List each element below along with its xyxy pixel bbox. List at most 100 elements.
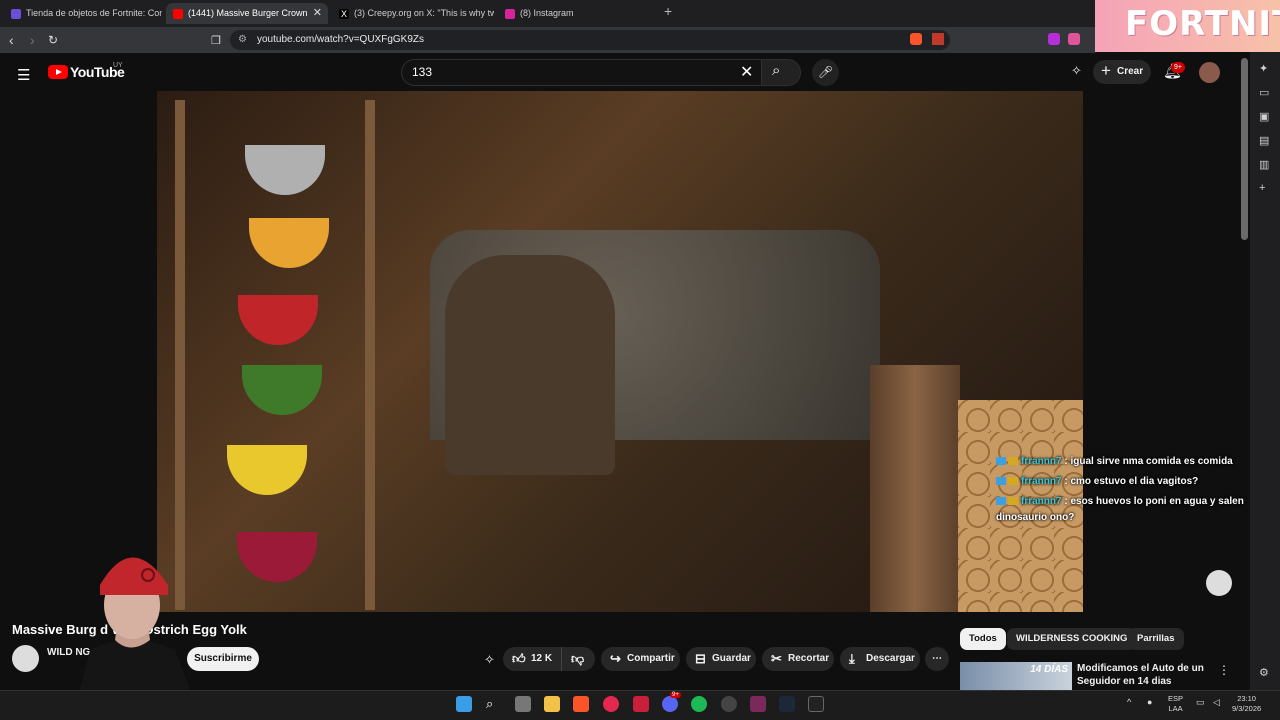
task-view-icon[interactable] bbox=[515, 696, 531, 712]
brave-icon[interactable] bbox=[573, 696, 589, 712]
chat-user: frrannn7 bbox=[1021, 476, 1062, 487]
steam-icon[interactable] bbox=[779, 696, 795, 712]
tab-youtube[interactable]: (1441) Massive Burger Crown ✕ bbox=[166, 3, 328, 24]
chip-parrillas[interactable]: Parrillas bbox=[1128, 628, 1184, 650]
extension-icon[interactable] bbox=[1068, 33, 1080, 45]
streamer-avatar bbox=[80, 557, 190, 690]
chat-text: : cmo estuvo el dia vagitos? bbox=[1064, 476, 1199, 487]
download-label: Descargar bbox=[866, 653, 915, 664]
brave-shield-icon[interactable] bbox=[910, 33, 922, 45]
clip-label: Recortar bbox=[788, 653, 830, 664]
download-button[interactable]: ⤓ Descargar bbox=[840, 647, 920, 671]
video-scene-stump bbox=[870, 365, 960, 612]
tab-label: (1441) Massive Burger Crown bbox=[188, 8, 308, 18]
menu-icon[interactable]: ☰ bbox=[17, 66, 30, 84]
clock[interactable]: 23:10 9/3/2026 bbox=[1232, 694, 1261, 714]
more-options-icon[interactable]: ⋮ bbox=[1218, 663, 1230, 677]
voice-search-icon[interactable]: 🎤︎ bbox=[812, 59, 839, 86]
file-explorer-icon[interactable] bbox=[544, 696, 560, 712]
video-scene-cook bbox=[445, 255, 615, 475]
search-button[interactable] bbox=[761, 59, 801, 86]
reload-icon[interactable]: ↻ bbox=[48, 33, 58, 47]
tab-label: Tienda de objetos de Fortnite: Conte bbox=[26, 8, 162, 18]
create-button[interactable]: Crear bbox=[1093, 59, 1151, 84]
app-icon[interactable] bbox=[633, 696, 649, 712]
site-info-icon[interactable]: ⚙ bbox=[238, 30, 247, 50]
youtube-logo-icon[interactable] bbox=[48, 65, 68, 79]
clip-button[interactable]: ✂ Recortar bbox=[762, 647, 834, 671]
sidebar-add-icon[interactable]: + bbox=[1259, 182, 1265, 194]
chat-user: frrannn7 bbox=[1021, 456, 1062, 467]
volume-icon[interactable]: ◁ bbox=[1213, 697, 1220, 707]
browser-sidebar bbox=[1250, 52, 1280, 692]
ask-icon[interactable]: ✧ bbox=[484, 652, 495, 668]
chip-wilderness[interactable]: WILDERNESS COOKING bbox=[1007, 628, 1137, 650]
scissors-icon: ✂ bbox=[771, 651, 782, 666]
start-icon[interactable] bbox=[456, 696, 472, 712]
thumbnail-text: 14 DÍAS bbox=[1030, 664, 1068, 675]
back-icon[interactable]: ‹ bbox=[9, 32, 14, 48]
tab-fortnite[interactable]: Tienda de objetos de Fortnite: Conte bbox=[4, 3, 162, 24]
share-button[interactable]: ↪ Compartir bbox=[601, 647, 680, 671]
search-taskbar-icon[interactable]: ⌕ bbox=[486, 696, 502, 712]
spotify-icon[interactable] bbox=[691, 696, 707, 712]
bookmark-icon[interactable]: ❐ bbox=[211, 34, 221, 47]
save-label: Guardar bbox=[712, 653, 751, 664]
fortnite-favicon-icon bbox=[11, 9, 21, 19]
chat-message: frrannn7 : cmo estuvo el dia vagitos? bbox=[996, 474, 1251, 490]
network-icon[interactable]: ▭ bbox=[1196, 697, 1205, 707]
tray-chevron-icon[interactable]: ^ bbox=[1127, 697, 1131, 707]
recommended-title[interactable]: Modificamos el Auto de un Seguidor en 14… bbox=[1077, 662, 1217, 688]
chip-todos[interactable]: Todos bbox=[960, 628, 1006, 650]
chat-user: frrannn7 bbox=[1021, 496, 1062, 507]
chat-message: frrannn7 : esos huevos lo poni en agua y… bbox=[996, 494, 1251, 526]
media-player-icon[interactable] bbox=[603, 696, 619, 712]
channel-avatar[interactable] bbox=[12, 645, 39, 672]
sidebar-bookmarks-icon[interactable]: ▤ bbox=[1259, 134, 1269, 147]
more-actions-icon[interactable]: ⋯ bbox=[925, 647, 949, 671]
epic-games-icon[interactable] bbox=[808, 696, 824, 712]
tab-x[interactable]: X (3) Creepy.org on X: "This is why two bbox=[332, 3, 494, 24]
chat-badge-icon bbox=[996, 497, 1006, 506]
app-icon[interactable] bbox=[721, 696, 737, 712]
channel-watermark[interactable] bbox=[1206, 570, 1232, 596]
url-text: youtube.com/watch?v=QUXFgGK9Zs bbox=[257, 34, 425, 45]
create-label: Crear bbox=[1117, 66, 1144, 77]
url-field[interactable]: ⚙ youtube.com/watch?v=QUXFgGK9Zs bbox=[230, 30, 950, 50]
sidebar-leo-icon[interactable]: ✦ bbox=[1259, 62, 1268, 75]
clear-search-icon[interactable]: ✕ bbox=[740, 62, 753, 82]
mic-tray-icon[interactable]: ● bbox=[1147, 697, 1152, 707]
x-favicon-icon: X bbox=[339, 9, 349, 19]
close-tab-icon[interactable]: ✕ bbox=[313, 3, 322, 24]
dislike-button[interactable]: 👎︎ bbox=[561, 647, 595, 671]
chat-message: frrannn7 : igual sirve nma comida es com… bbox=[996, 454, 1251, 470]
instagram-favicon-icon bbox=[505, 9, 515, 19]
app-icon[interactable] bbox=[750, 696, 766, 712]
brave-rewards-icon[interactable] bbox=[932, 33, 944, 45]
like-button[interactable]: 👍︎ 12 K bbox=[503, 647, 561, 671]
recommended-thumbnail[interactable]: 14 DÍAS bbox=[960, 662, 1072, 690]
sidebar-settings-icon[interactable]: ⚙ bbox=[1259, 666, 1269, 679]
sidebar-media-icon[interactable]: ▭ bbox=[1259, 86, 1269, 99]
chat-badge-icon bbox=[1008, 477, 1018, 486]
sidebar-wallet-icon[interactable]: ▣ bbox=[1259, 110, 1269, 123]
thumbs-down-icon: 👎︎ bbox=[571, 651, 585, 666]
sidebar-reading-list-icon[interactable]: ▥ bbox=[1259, 158, 1269, 171]
extension-icon[interactable] bbox=[1048, 33, 1060, 45]
like-count: 12 K bbox=[531, 653, 553, 664]
tab-instagram[interactable]: (8) Instagram bbox=[498, 3, 660, 24]
gemini-icon[interactable]: ✧ bbox=[1071, 63, 1082, 79]
forward-icon[interactable]: › bbox=[30, 32, 35, 48]
discord-icon[interactable] bbox=[662, 696, 678, 712]
page-scrollbar[interactable] bbox=[1241, 58, 1248, 240]
time: 23:10 bbox=[1237, 694, 1256, 703]
tab-label: (8) Instagram bbox=[520, 8, 574, 18]
search-value: 133 bbox=[412, 65, 433, 79]
new-tab-icon[interactable]: + bbox=[664, 3, 672, 19]
chat-badge-icon bbox=[996, 477, 1006, 486]
language-indicator[interactable]: ESP LAA bbox=[1168, 694, 1183, 714]
account-avatar[interactable] bbox=[1199, 62, 1220, 83]
save-button[interactable]: ⊟ Guardar bbox=[686, 647, 756, 671]
search-input[interactable]: 133 bbox=[401, 59, 761, 86]
search-icon[interactable]: ⌕ bbox=[772, 62, 780, 79]
